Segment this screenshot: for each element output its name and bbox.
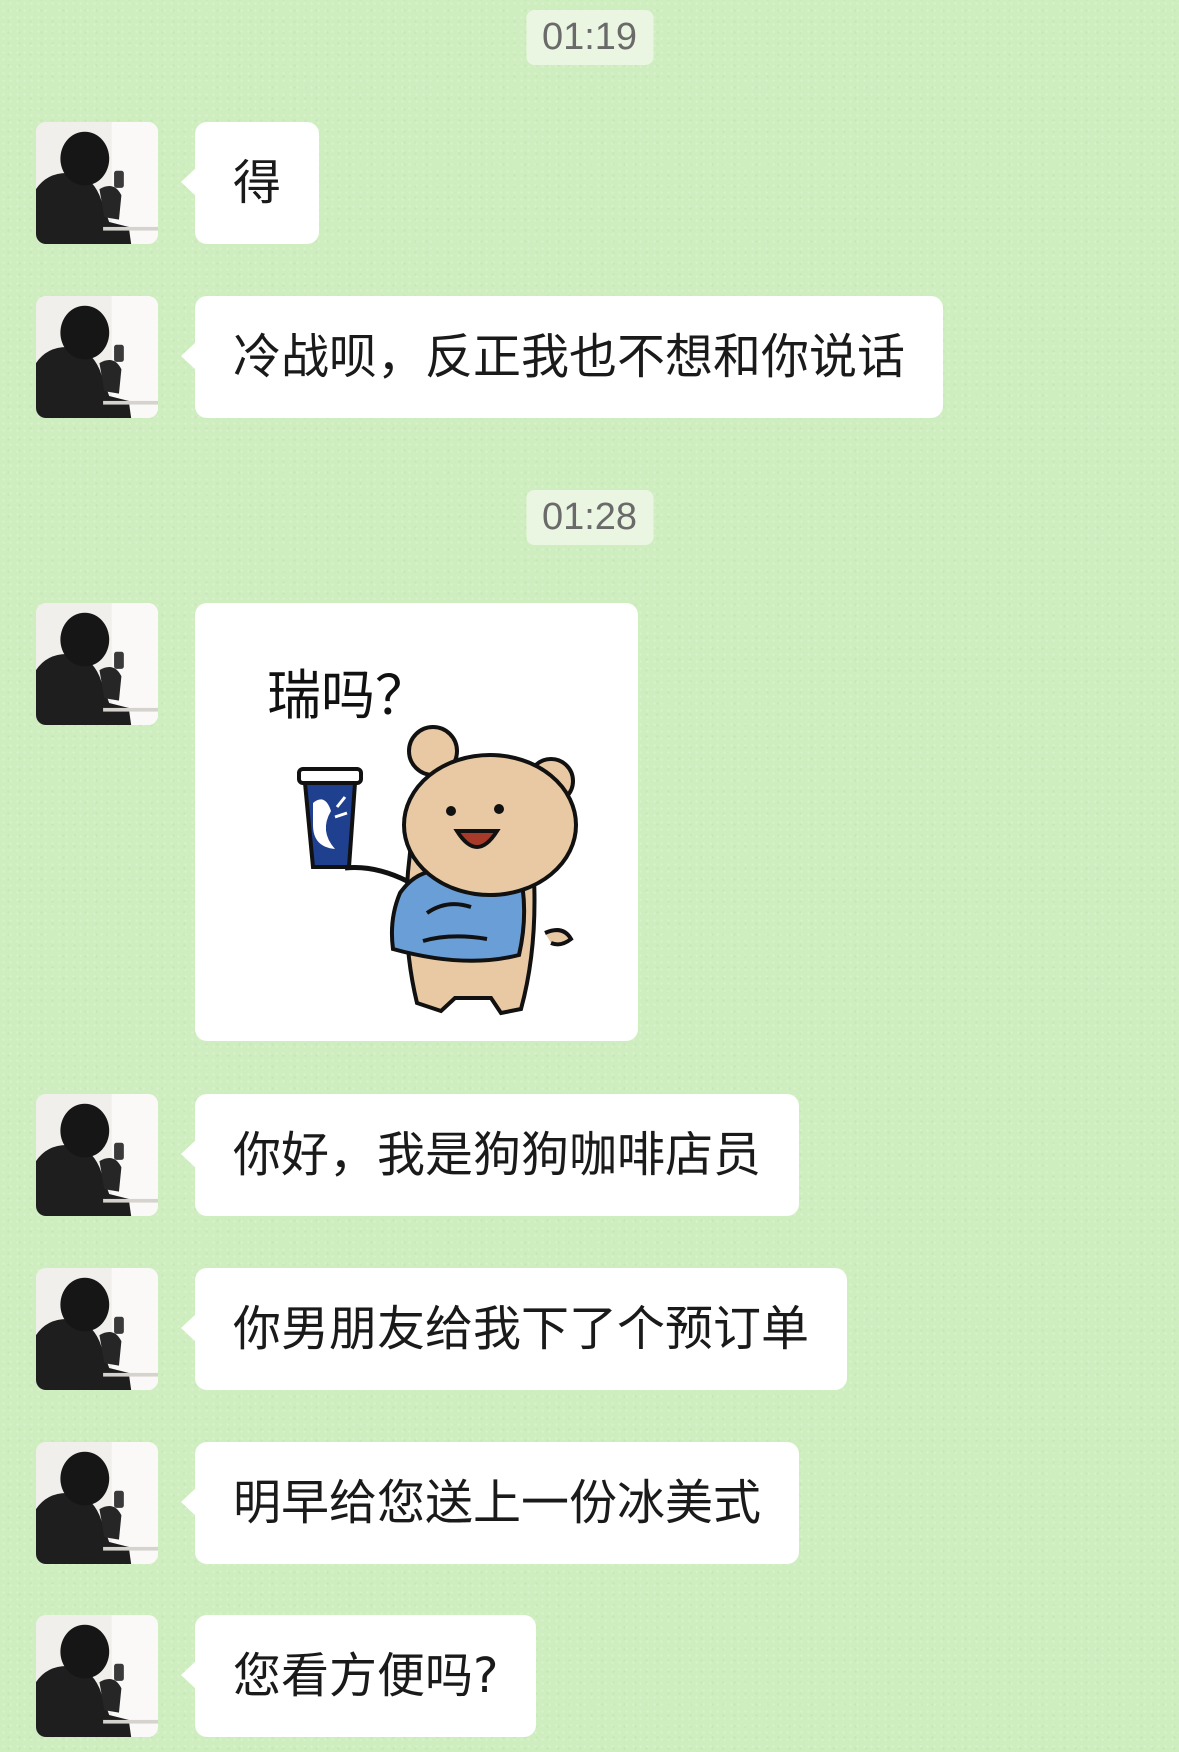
avatar[interactable] xyxy=(36,1094,158,1216)
message-bubble[interactable]: 冷战呗，反正我也不想和你说话 xyxy=(180,296,944,418)
avatar[interactable] xyxy=(36,1615,158,1737)
avatar[interactable] xyxy=(36,603,158,725)
avatar[interactable] xyxy=(36,1442,158,1564)
message-bubble[interactable]: 你男朋友给我下了个预订单 xyxy=(180,1268,848,1390)
sticker-caption: 瑞吗？ xyxy=(267,664,429,727)
avatar[interactable] xyxy=(36,296,158,418)
avatar[interactable] xyxy=(36,122,158,244)
timestamp-0119: 01:19 xyxy=(525,10,654,65)
message-bubble[interactable]: 得 xyxy=(180,122,320,244)
message-bubble[interactable]: 你好，我是狗狗咖啡店员 xyxy=(180,1094,800,1216)
message-bubble[interactable]: 您看方便吗? xyxy=(180,1615,537,1737)
avatar[interactable] xyxy=(36,1268,158,1390)
sticker-message[interactable]: 瑞吗？ xyxy=(195,603,638,1041)
message-bubble[interactable]: 明早给您送上一份冰美式 xyxy=(180,1442,800,1564)
timestamp-0128: 01:28 xyxy=(525,490,654,545)
